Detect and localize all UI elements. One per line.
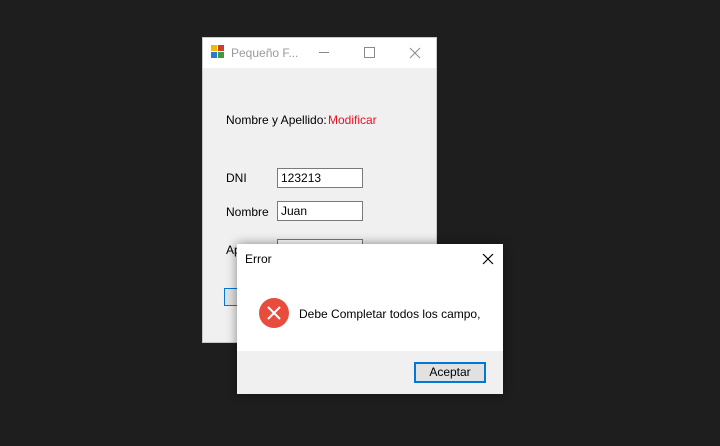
nombre-field[interactable] — [277, 201, 363, 221]
nombre-apellido-label: Nombre y Apellido: — [226, 113, 327, 127]
form-titlebar[interactable]: Pequeño F... — [203, 38, 436, 68]
dialog-footer: Aceptar — [237, 351, 503, 394]
app-icon — [211, 45, 225, 59]
maximize-button[interactable] — [346, 38, 392, 68]
form-close-button[interactable] — [391, 38, 437, 68]
nombre-label: Nombre — [226, 205, 269, 219]
minimize-button[interactable] — [301, 38, 347, 68]
dni-field[interactable] — [277, 168, 363, 188]
form-action-button[interactable] — [224, 288, 238, 306]
dialog-message: Debe Completar todos los campo, — [299, 307, 481, 321]
dialog-title: Error — [245, 252, 272, 266]
close-icon — [482, 253, 494, 265]
modificar-label: Modificar — [328, 113, 377, 127]
error-icon — [259, 298, 289, 328]
dialog-close-button[interactable] — [475, 248, 501, 270]
dni-label: DNI — [226, 171, 247, 185]
close-icon — [409, 47, 421, 59]
form-title: Pequeño F... — [231, 46, 299, 60]
error-dialog: Error Debe Completar todos los campo, Ac… — [237, 244, 503, 394]
aceptar-button[interactable]: Aceptar — [414, 362, 486, 383]
